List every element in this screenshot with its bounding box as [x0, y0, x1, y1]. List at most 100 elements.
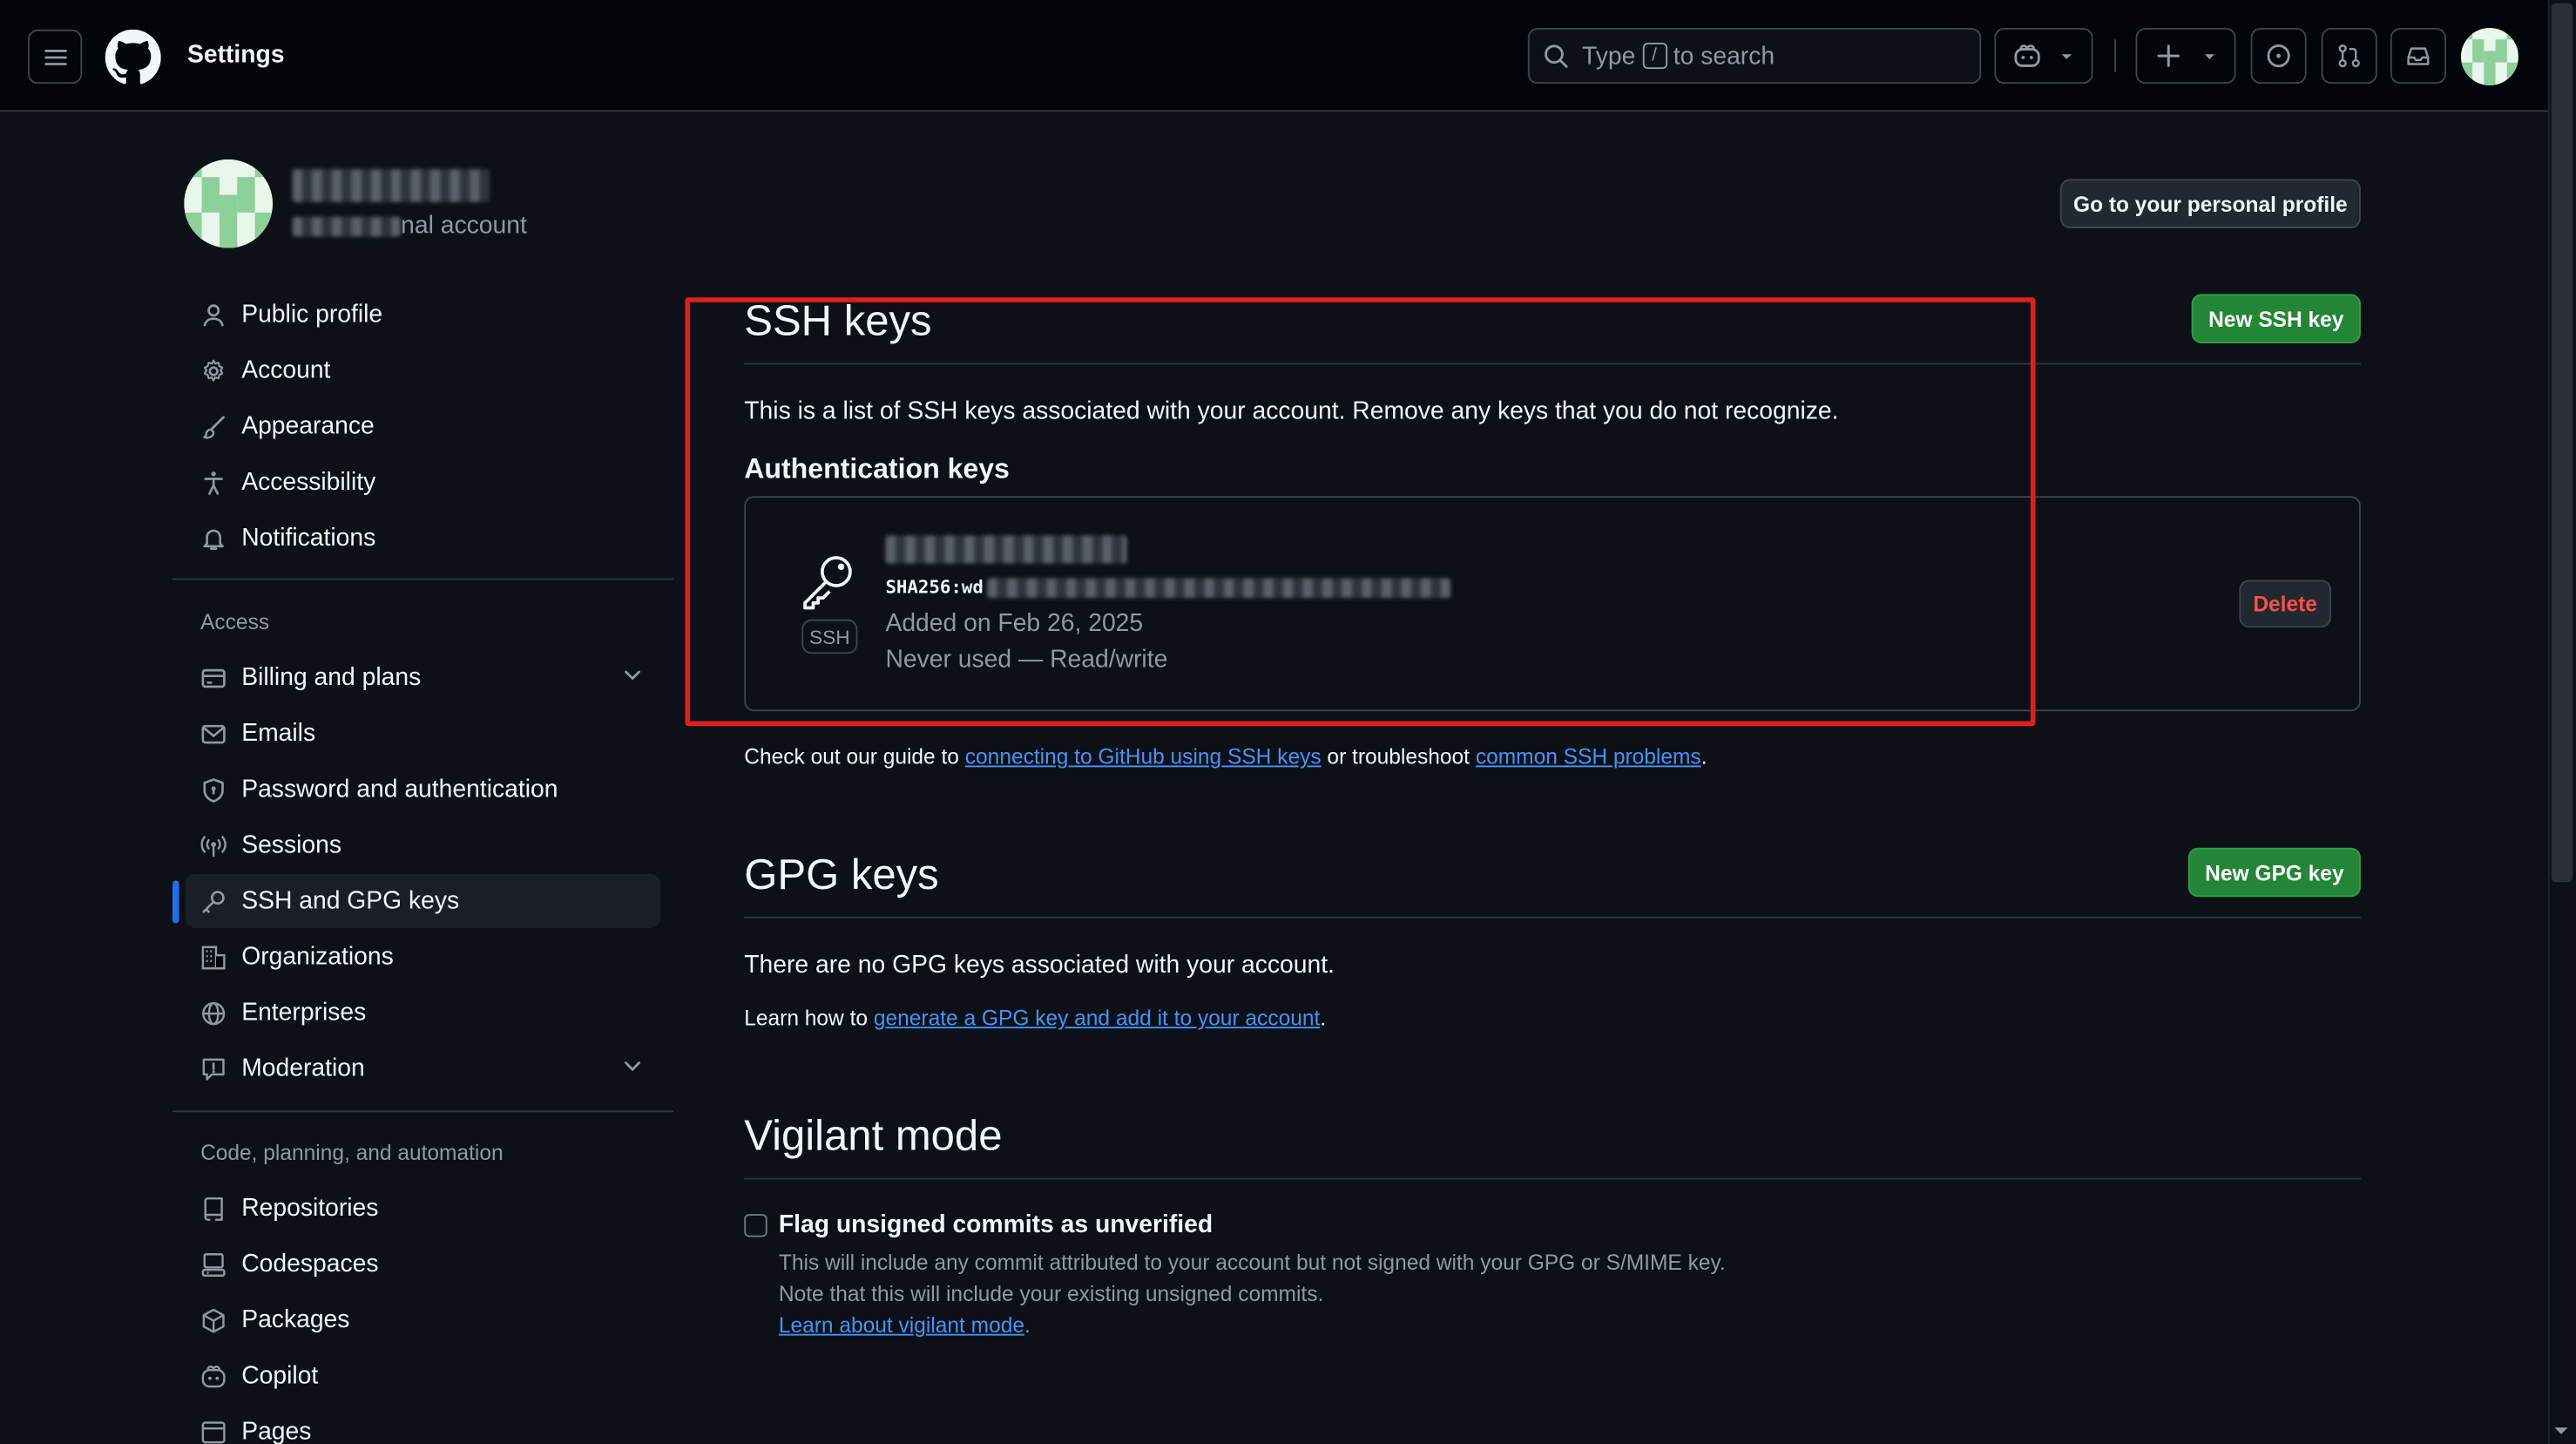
sidebar-item-pages[interactable]: Pages: [186, 1405, 660, 1444]
top-bar: Settings Type / to search: [0, 0, 2548, 112]
sidebar-item-billing[interactable]: Billing and plans: [186, 650, 660, 704]
page-title: Settings: [186, 41, 285, 70]
sidebar-item-packages[interactable]: Packages: [186, 1293, 660, 1347]
sidebar-item-codespaces[interactable]: Codespaces: [186, 1237, 660, 1291]
github-logo-icon[interactable]: [105, 29, 161, 85]
sidebar-item-label: Moderation: [241, 1054, 365, 1083]
bell-icon: [199, 523, 228, 553]
generate-gpg-key-link[interactable]: generate a GPG key and add it to your ac…: [874, 1006, 1320, 1030]
ssh-problems-link[interactable]: common SSH problems: [1476, 744, 1701, 769]
sidebar-item-label: Packages: [241, 1305, 350, 1334]
sidebar-item-appearance[interactable]: Appearance: [186, 399, 660, 453]
vigilant-desc-1: This will include any commit attributed …: [778, 1250, 1726, 1275]
gear-icon: [199, 356, 228, 385]
sidebar-item-account[interactable]: Account: [186, 343, 660, 397]
organization-icon: [199, 942, 228, 972]
sidebar-item-emails[interactable]: Emails: [186, 707, 660, 761]
git-pull-request-icon: [2338, 44, 2360, 68]
hamburger-icon: [44, 49, 66, 64]
section-divider: [744, 916, 2361, 919]
sidebar-item-label: SSH and GPG keys: [241, 886, 460, 916]
sidebar-item-label: Organizations: [241, 943, 394, 972]
search-input[interactable]: Type / to search: [1527, 28, 1982, 85]
plus-icon: [2156, 44, 2180, 67]
copilot-icon: [2014, 44, 2040, 67]
sidebar-item-label: Repositories: [241, 1194, 379, 1223]
learn-prefix: Learn how to: [744, 1005, 869, 1030]
search-shortcut-key: /: [1641, 43, 1667, 70]
gpg-keys-heading: GPG keys: [744, 849, 939, 899]
sidebar-item-label: Codespaces: [241, 1250, 379, 1278]
sidebar-item-label: Billing and plans: [241, 663, 422, 692]
issue-opened-icon: [2267, 44, 2290, 68]
sidebar-item-password[interactable]: Password and authentication: [186, 763, 660, 817]
guide-end: .: [1700, 743, 1707, 769]
issues-button[interactable]: [2250, 28, 2307, 85]
sidebar-item-accessibility[interactable]: Accessibility: [186, 455, 660, 509]
sidebar-item-public-profile[interactable]: Public profile: [186, 288, 660, 342]
delete-ssh-key-button[interactable]: Delete: [2239, 580, 2331, 628]
sidebar-item-enterprises[interactable]: Enterprises: [186, 986, 660, 1040]
key-icon: [199, 886, 228, 916]
sidebar-item-moderation[interactable]: Moderation: [186, 1041, 660, 1095]
search-icon: [1545, 44, 1568, 68]
vigilant-mode-link[interactable]: Learn about vigilant mode: [779, 1312, 1024, 1337]
sidebar-heading-code: Code, planning, and automation: [200, 1140, 504, 1165]
person-icon: [199, 300, 228, 329]
sidebar-item-notifications[interactable]: Notifications: [186, 511, 660, 565]
search-placeholder-prefix: Type: [1582, 42, 1636, 71]
sidebar-item-label: Appearance: [241, 412, 375, 441]
sidebar-item-label: Accessibility: [241, 468, 376, 497]
sidebar-item-label: Notifications: [241, 524, 376, 553]
shield-lock-icon: [199, 775, 228, 804]
profile-subtitle-text: nal account: [401, 212, 527, 241]
go-to-profile-button[interactable]: Go to your personal profile: [2059, 179, 2361, 229]
sidebar-item-label: Sessions: [241, 830, 342, 859]
new-gpg-key-button[interactable]: New GPG key: [2187, 847, 2361, 898]
sidebar-item-organizations[interactable]: Organizations: [186, 930, 660, 984]
guide-prefix: Check out our guide to: [744, 743, 959, 769]
annotation-highlight-box: [685, 297, 2036, 727]
paintbrush-icon: [199, 411, 228, 441]
scroll-down-arrow-icon[interactable]: [2553, 1424, 2570, 1437]
scrollbar-thumb[interactable]: [2551, 3, 2573, 883]
vigilant-desc-2: Note that this will include your existin…: [778, 1281, 1324, 1306]
ssh-guide-link[interactable]: connecting to GitHub using SSH keys: [965, 744, 1322, 769]
menu-button[interactable]: [28, 29, 83, 85]
repo-icon: [199, 1194, 228, 1224]
sidebar-item-label: Enterprises: [241, 999, 367, 1027]
credit-card-icon: [199, 663, 228, 693]
report-icon: [199, 1054, 228, 1083]
vigilant-mode-label[interactable]: Flag unsigned commits as unverified: [779, 1210, 1213, 1238]
learn-end: .: [1024, 1312, 1031, 1338]
sidebar-item-copilot[interactable]: Copilot: [186, 1349, 660, 1403]
sidebar-item-ssh-gpg-keys[interactable]: SSH and GPG keys: [186, 873, 661, 929]
header-divider: [2114, 39, 2116, 72]
profile-name-redacted: [292, 169, 490, 202]
new-ssh-key-button[interactable]: New SSH key: [2191, 294, 2361, 343]
user-avatar[interactable]: [2460, 28, 2519, 86]
create-new-button[interactable]: [2135, 28, 2236, 85]
sidebar-heading-access: Access: [200, 609, 270, 634]
globe-icon: [199, 998, 228, 1027]
ssh-guide-text: Check out our guide to connecting to Git…: [744, 744, 1707, 769]
search-placeholder-suffix: to search: [1673, 42, 1775, 71]
sidebar-item-label: Password and authentication: [241, 775, 558, 803]
learn-end: .: [1320, 1005, 1327, 1030]
vigilant-mode-checkbox[interactable]: [744, 1214, 767, 1237]
chevron-down-icon: [2203, 54, 2214, 59]
profile-account-type: nal account: [292, 212, 527, 241]
sidebar-item-label: Copilot: [241, 1361, 319, 1390]
sidebar-item-repositories[interactable]: Repositories: [186, 1181, 660, 1235]
chevron-down-icon: [625, 1061, 640, 1072]
codespaces-icon: [199, 1250, 228, 1279]
inbox-button[interactable]: [2390, 28, 2446, 85]
sidebar-divider: [172, 1110, 674, 1113]
pull-requests-button[interactable]: [2321, 28, 2377, 85]
sidebar-item-sessions[interactable]: Sessions: [186, 818, 660, 872]
chevron-down-icon: [625, 670, 640, 681]
vigilant-mode-heading: Vigilant mode: [744, 1110, 1003, 1160]
copilot-button[interactable]: [1994, 28, 2093, 85]
profile-avatar: [184, 159, 274, 248]
broadcast-icon: [199, 830, 228, 860]
